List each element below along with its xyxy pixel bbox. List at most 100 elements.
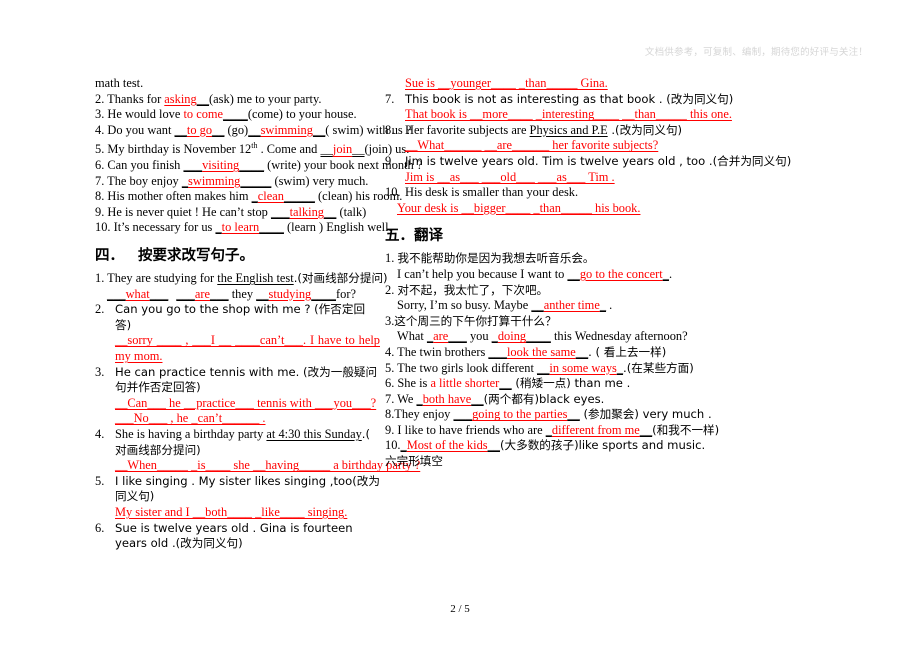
question-text: Sue is twelve years old . Gina is fourte…: [115, 520, 353, 551]
blank-line: __: [256, 286, 269, 301]
item-number: 7.: [95, 173, 105, 188]
item-text-post: (talk): [336, 204, 367, 219]
fill-item-2: 2. Thanks for asking__(ask) me to your p…: [95, 92, 380, 108]
item-number: 8.: [385, 407, 395, 422]
question-pre: Her favorite subjects are: [405, 122, 530, 137]
right-column: Sue is __younger____ _than_____ Gina. 7.…: [385, 76, 920, 552]
item-number: 3.: [95, 107, 105, 122]
answer-text: are: [194, 286, 211, 301]
section-four-heading: 四． 按要求改写句子。: [95, 244, 380, 268]
item-number: 4.: [95, 122, 105, 137]
blank-line: ___: [453, 407, 473, 422]
answer-line: Sue is __younger____ _than_____ Gina.: [405, 76, 608, 90]
underlined-phrase: at 4:30 this Sunday: [266, 427, 362, 441]
section-four-number: 四．: [95, 248, 124, 265]
blank-line: __: [212, 122, 225, 137]
answer-text: talking: [289, 204, 324, 219]
answer-post: (和我不一样): [652, 422, 720, 437]
document-page: 文档供参考，可复制、编制，期待您的好评与关注！ math test. 2. Th…: [0, 0, 920, 651]
fill-item-5: 5. My birthday is November 12th . Come a…: [95, 138, 409, 158]
translate-item-2-chinese: 2. 对不起，我太忙了，下次吧。: [385, 283, 865, 299]
translate-item-7: 7. We _both have__(两个都有)black eyes.: [385, 392, 865, 408]
answer-text: different from me: [551, 422, 640, 437]
answer-post: .(在某些方面): [623, 360, 694, 375]
blank-line: ___: [176, 286, 195, 301]
item-number: 3.: [385, 313, 395, 328]
underlined-phrase: the English test: [217, 271, 294, 286]
section-four-title: 按要求改写句子。: [138, 248, 254, 265]
question-text: Jim is twelve years old. Tim is twelve y…: [405, 153, 792, 168]
plain-text: for?: [336, 286, 356, 301]
next-section-label: 六完形填空: [385, 454, 443, 469]
chinese-prompt: 对不起，我太忙了，下次吧。: [397, 282, 549, 297]
fill-item-9: 9. He is never quiet ! He can’t stop ___…: [95, 205, 380, 221]
item-number: 7.: [385, 391, 395, 406]
answer-pre: Sorry, I’m so busy. Maybe: [397, 298, 532, 313]
answer-text: swimming: [188, 173, 241, 188]
answer-text: visiting: [202, 158, 240, 173]
answer-text: to learn: [221, 220, 260, 235]
blank-line: __: [248, 122, 261, 137]
blank-line: __: [352, 142, 365, 157]
chinese-prompt: 这个周三的下午你打算干什么？: [394, 313, 557, 328]
answer-text: clean: [257, 189, 284, 204]
blank-line: ___: [183, 158, 203, 173]
question-text: This book is not as interesting as that …: [405, 91, 734, 106]
blank-line: __: [312, 122, 326, 137]
item-number: 10.: [95, 220, 111, 235]
blank-line: ___: [270, 204, 290, 219]
rewrite-item-4: 4. She is having a birthday party at 4:3…: [95, 427, 380, 458]
item-text-pre: My birthday is November 12: [107, 142, 252, 157]
fill-item-10: 10. It’s necessary for us _to learn____ …: [95, 220, 392, 236]
fill-item-7: 7. The boy enjoy _swimming_____ (swim) v…: [95, 174, 380, 190]
item-number: 10.: [385, 438, 401, 453]
item-text-mid: . Come and: [257, 142, 321, 157]
item-number: 8.: [385, 122, 395, 137]
answer-text: what: [125, 286, 150, 301]
translate-item-1-answer: I can’t help you because I want to __go …: [385, 267, 865, 283]
answer-text: studying: [268, 286, 312, 301]
item-number: 2.: [95, 91, 105, 106]
answer-text: going to the parties: [472, 407, 568, 422]
rewrite-item-9-answer: Jim is __as___ ___old___ ___as___ Tim .: [385, 170, 865, 186]
question-pre: They are studying for: [107, 271, 218, 286]
item-number: 2.: [95, 302, 105, 317]
item-number: 6.: [385, 376, 395, 391]
item-number: 7.: [385, 91, 395, 106]
answer-post: (参加聚会) very much .: [579, 407, 712, 422]
answer-text: both have: [422, 391, 472, 406]
blank-line: __: [471, 391, 484, 406]
rewrite-item-2: 2. Can you go to the shop with me ? (作否定…: [95, 302, 380, 333]
answer-pre: The two girls look different: [397, 360, 537, 375]
translate-item-3-chinese: 3.这个周三的下午你打算干什么？: [385, 314, 865, 330]
rewrite-item-2-answer: __sorry ____ , ___I __ ____can’t___. I h…: [95, 333, 380, 364]
answer-post: (两个都有)black eyes.: [483, 391, 605, 406]
translate-item-8: 8.They enjoy ___going to the parties__ (…: [385, 407, 865, 423]
answer-text-2: swimming: [260, 122, 313, 137]
rewrite-item-10: 10. His desk is smaller than your desk.: [385, 185, 865, 201]
answer-text: to come: [183, 107, 224, 122]
answer-text-2: doing: [497, 329, 527, 344]
item-number: 4.: [95, 427, 105, 441]
answer-post: . ( 看上去一样): [588, 344, 667, 359]
item-text-post: (swim) very much.: [271, 173, 369, 188]
item-number: 9.: [385, 153, 395, 168]
blank-line: ___: [448, 329, 467, 344]
page-footer: 2 / 5: [450, 603, 470, 615]
question-post: .(对画线部分提问): [293, 271, 388, 286]
item-number: 10.: [385, 185, 401, 200]
item-text-pre: He is never quiet ! He can’t stop: [107, 204, 271, 219]
blank-line: ____: [259, 220, 284, 235]
answer-text: Most of the kids: [406, 438, 488, 453]
translate-item-10: 10._Most of the kids__(大多数的孩子)like sport…: [385, 438, 865, 454]
item-text-pre: He would love: [107, 107, 184, 122]
fill-item-8: 8. His mother often makes him _clean____…: [95, 189, 402, 205]
answer-post: this Wednesday afternoon?: [550, 329, 688, 344]
chinese-prompt: 我不能帮助你是因为我想去听音乐会。: [397, 251, 595, 266]
item-text-mid: (go): [224, 122, 249, 137]
question-text: His desk is smaller than your desk.: [405, 185, 579, 200]
question-text: She is having a birthday party at 4:30 t…: [115, 427, 380, 458]
answer-text: anther time: [543, 298, 600, 313]
blank-line: ___: [488, 344, 507, 359]
translate-item-3-answer: What _are___ you _doing____ this Wednesd…: [385, 329, 865, 345]
